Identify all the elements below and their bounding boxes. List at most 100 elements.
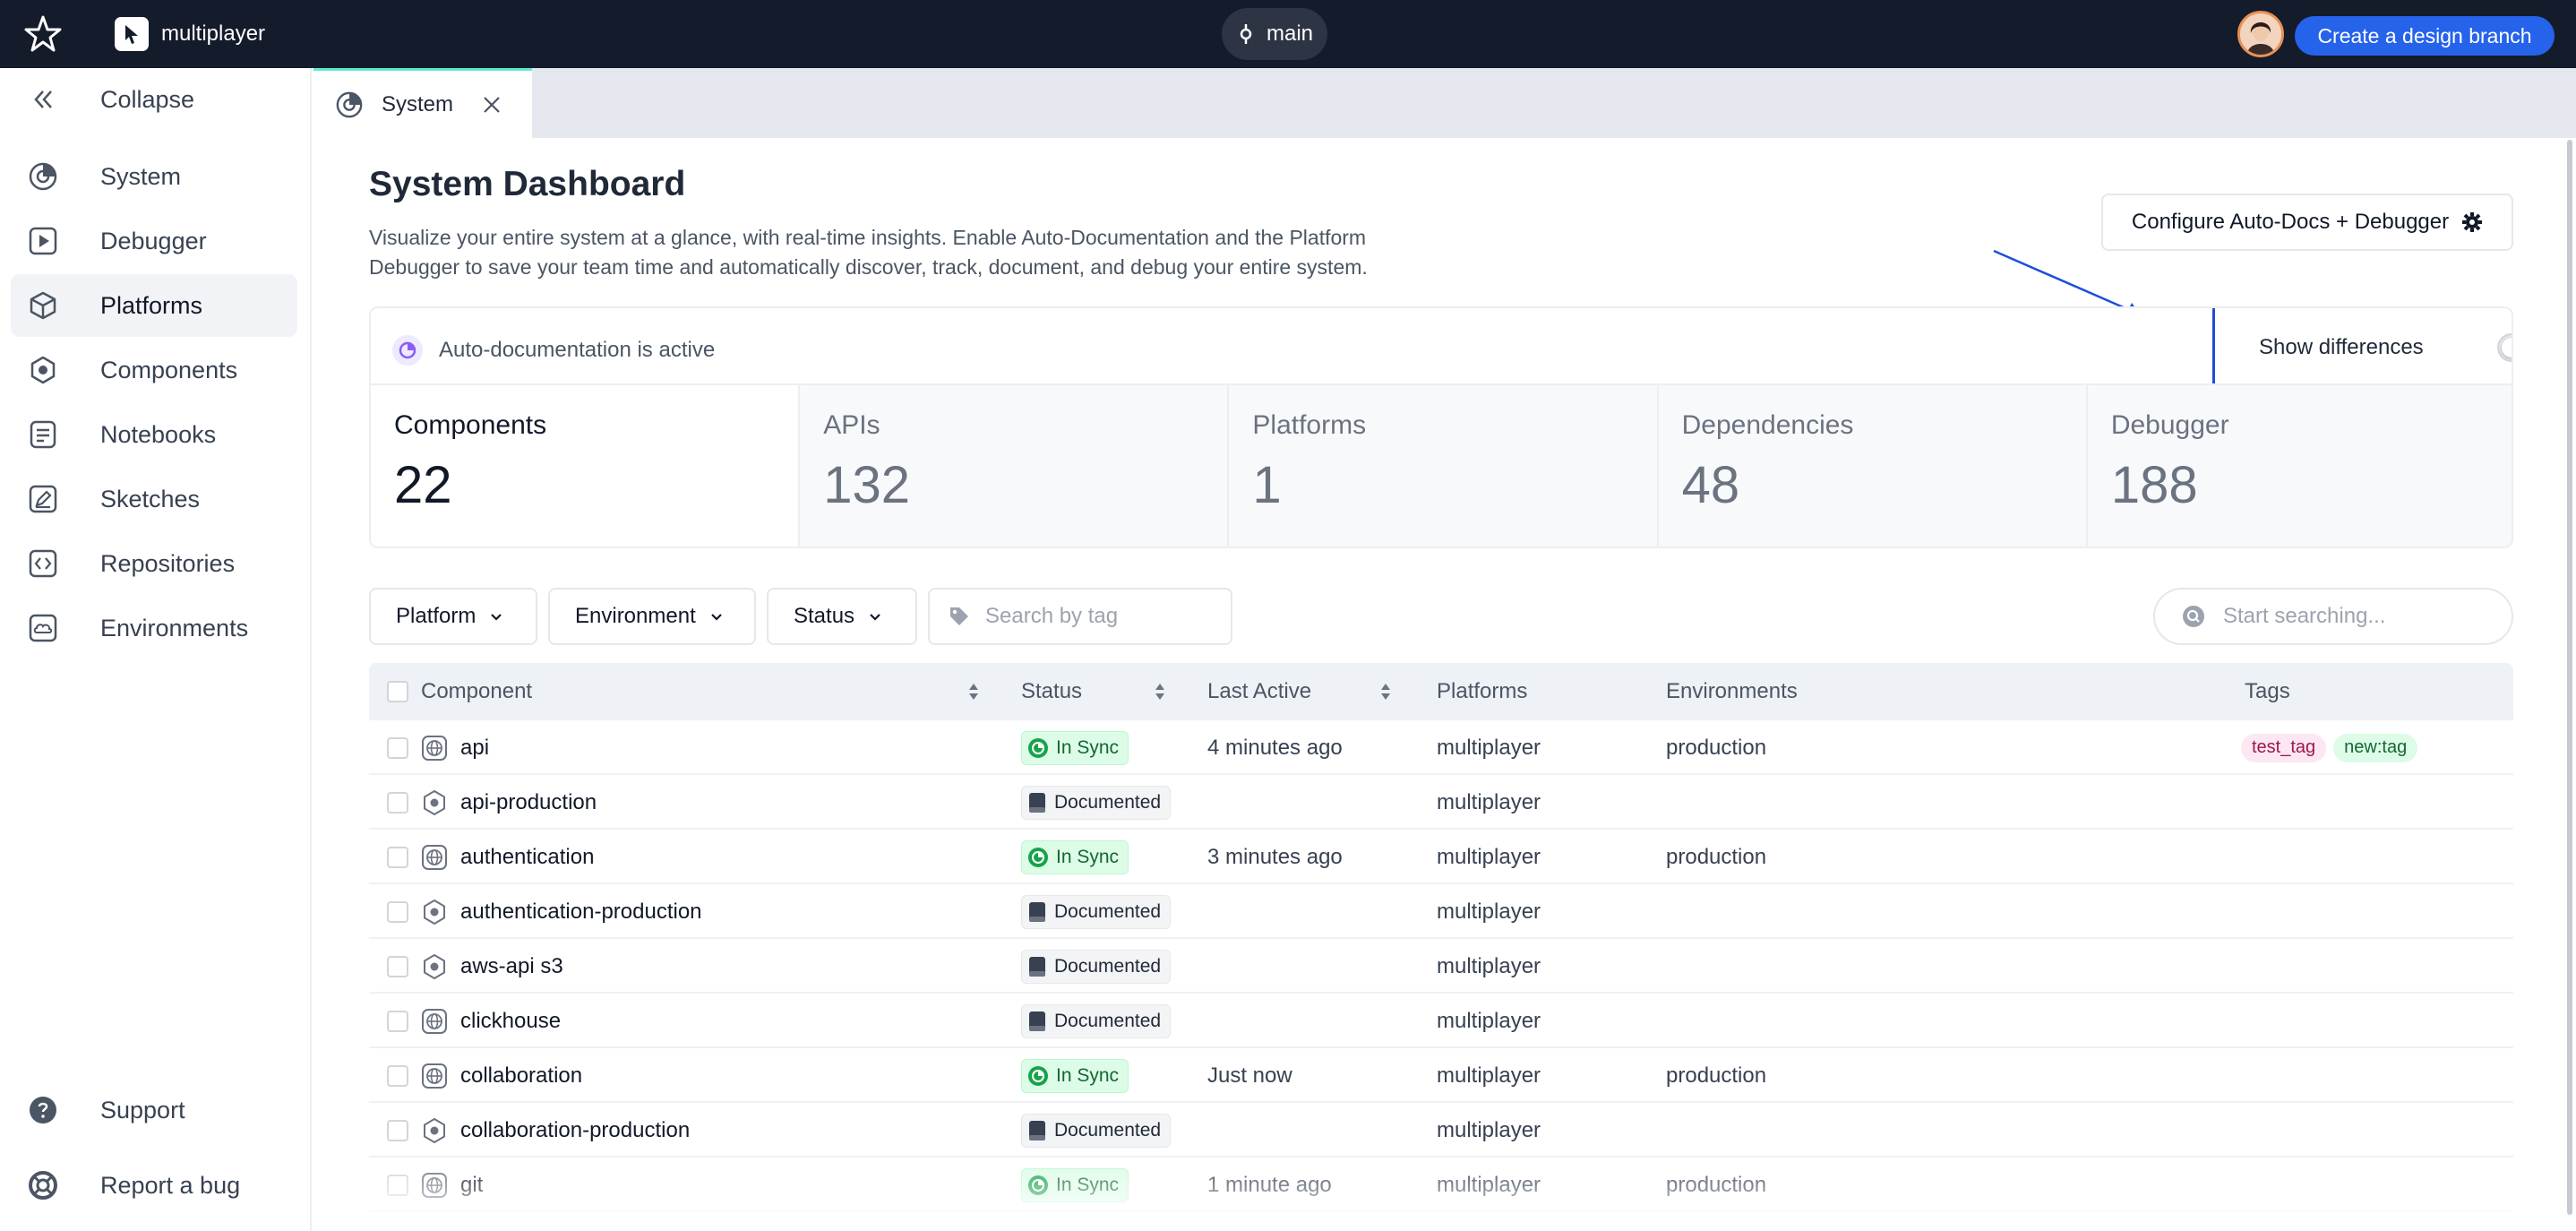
sidebar-item-support[interactable]: Support <box>11 1079 297 1141</box>
hexagon-icon <box>421 899 448 925</box>
stat-value: 188 <box>2110 456 2198 514</box>
component-name[interactable]: collaboration <box>460 1063 582 1089</box>
table-row[interactable]: aws-api s3 Documented multiplayer <box>369 939 2513 994</box>
status-text: Documented <box>1054 791 1162 813</box>
column-header-platforms: Platforms <box>1437 663 1527 720</box>
pen-icon <box>27 483 59 515</box>
component-name[interactable]: aws-api s3 <box>460 954 563 979</box>
sort-icon[interactable] <box>1379 681 1392 702</box>
table-row[interactable]: clickhouse Documented multiplayer <box>369 994 2513 1048</box>
row-checkbox[interactable] <box>387 955 408 977</box>
row-checkbox[interactable] <box>387 1064 408 1087</box>
column-header-label: Component <box>421 679 533 703</box>
row-checkbox[interactable] <box>387 900 408 923</box>
environment-filter[interactable]: Environment <box>548 588 756 645</box>
sidebar-item-repositories[interactable]: Repositories <box>11 532 297 595</box>
stat-label: Dependencies <box>1681 410 1854 440</box>
column-header-label: Last Active <box>1207 679 1312 703</box>
component-name[interactable]: authentication <box>460 845 594 870</box>
row-checkbox[interactable] <box>387 1119 408 1141</box>
row-checkbox[interactable] <box>387 1010 408 1032</box>
platform-name: multiplayer <box>1437 1063 1541 1088</box>
close-icon[interactable] <box>482 95 502 115</box>
table-header: Component Status Last Active Platforms E… <box>369 663 2513 720</box>
stat-dependencies[interactable]: Dependencies 48 <box>1656 385 2086 547</box>
table-row[interactable]: authentication In Sync 3 minutes ago mul… <box>369 830 2513 884</box>
global-search[interactable] <box>2153 588 2513 645</box>
lifebuoy-icon <box>27 1169 59 1201</box>
tab-label: System <box>382 91 454 116</box>
platform-filter[interactable]: Platform <box>369 588 537 645</box>
sort-icon[interactable] <box>967 681 980 702</box>
tag-chip[interactable]: new:tag <box>2333 733 2418 762</box>
status-badge: In Sync <box>1021 839 1129 874</box>
branch-name: main <box>1266 22 1314 46</box>
status-badge: Documented <box>1021 1003 1172 1038</box>
sort-icon[interactable] <box>1154 681 1166 702</box>
column-header-component[interactable]: Component <box>421 663 978 720</box>
status-badge: Documented <box>1021 1113 1172 1148</box>
bottom-fade <box>313 1156 2576 1231</box>
stat-platforms[interactable]: Platforms 1 <box>1227 385 1657 547</box>
stat-apis[interactable]: APIs 132 <box>798 385 1228 547</box>
configure-autodocs-button[interactable]: Configure Auto-Docs + Debugger <box>2101 194 2513 251</box>
column-header-label: Platforms <box>1437 679 1528 703</box>
table-row[interactable]: collaboration-production Documented mult… <box>369 1103 2513 1158</box>
git-commit-icon <box>1240 24 1252 44</box>
platform-name: multiplayer <box>1437 953 1541 978</box>
globe-icon <box>421 1063 448 1089</box>
book-icon <box>1027 956 1047 977</box>
sidebar-item-environments[interactable]: Environments <box>11 597 297 659</box>
table-row[interactable]: api In Sync 4 minutes ago multiplayer pr… <box>369 720 2513 775</box>
row-checkbox[interactable] <box>387 736 408 759</box>
tab-system[interactable]: System <box>313 68 532 138</box>
component-name[interactable]: api-production <box>460 790 597 815</box>
row-checkbox[interactable] <box>387 791 408 813</box>
status-text: In Sync <box>1056 846 1120 867</box>
select-all-checkbox[interactable] <box>387 681 408 702</box>
code-icon <box>27 547 59 580</box>
component-name[interactable]: collaboration-production <box>460 1118 690 1143</box>
components-table: Component Status Last Active Platforms E… <box>369 663 2513 1212</box>
app-logo-icon[interactable] <box>0 0 86 68</box>
tags-cell: test_tag new:tag <box>2241 720 2425 775</box>
tag-chip[interactable]: test_tag <box>2241 733 2327 762</box>
table-row[interactable]: api-production Documented multiplayer <box>369 775 2513 830</box>
top-bar: multiplayer main Create a design branch <box>0 0 2576 68</box>
stat-components[interactable]: Components 22 <box>371 385 799 547</box>
branch-selector[interactable]: main <box>1222 8 1327 60</box>
component-name[interactable]: authentication-production <box>460 900 702 925</box>
component-name[interactable]: api <box>460 736 489 761</box>
stat-debugger[interactable]: Debugger 188 <box>2085 385 2512 547</box>
row-checkbox[interactable] <box>387 846 408 868</box>
user-avatar[interactable] <box>2237 11 2284 57</box>
create-design-branch-button[interactable]: Create a design branch <box>2295 16 2555 56</box>
tag-icon <box>948 605 971 628</box>
global-search-input[interactable] <box>2223 604 2501 629</box>
sidebar-item-components[interactable]: Components <box>11 339 297 401</box>
scrollbar[interactable] <box>2567 140 2572 1215</box>
sidebar-item-sketches[interactable]: Sketches <box>11 468 297 530</box>
column-header-environments: Environments <box>1666 663 1798 720</box>
table-row[interactable]: authentication-production Documented mul… <box>369 884 2513 939</box>
stat-label: Debugger <box>2110 410 2229 440</box>
cube-icon <box>27 289 59 322</box>
sync-icon <box>1027 1065 1049 1087</box>
sidebar-item-debugger[interactable]: Debugger <box>11 210 297 272</box>
status-filter[interactable]: Status <box>767 588 917 645</box>
platform-name: multiplayer <box>1437 735 1541 760</box>
sidebar-item-label: Platforms <box>100 291 203 319</box>
chevron-down-icon <box>867 608 883 624</box>
sidebar-collapse[interactable]: Collapse <box>11 68 297 131</box>
platform-name: multiplayer <box>1437 1117 1541 1142</box>
sidebar-item-system[interactable]: System <box>11 145 297 208</box>
sidebar-item-platforms[interactable]: Platforms <box>11 274 297 337</box>
tag-search[interactable] <box>928 588 1232 645</box>
main-content: System Dashboard Visualize your entire s… <box>313 138 2576 1231</box>
sidebar-item-report-bug[interactable]: Report a bug <box>11 1154 297 1217</box>
sidebar-item-notebooks[interactable]: Notebooks <box>11 403 297 466</box>
table-row[interactable]: collaboration In Sync Just now multiplay… <box>369 1048 2513 1103</box>
project-switcher[interactable]: multiplayer <box>115 17 265 51</box>
tag-search-input[interactable] <box>985 604 1227 629</box>
component-name[interactable]: clickhouse <box>460 1009 561 1034</box>
